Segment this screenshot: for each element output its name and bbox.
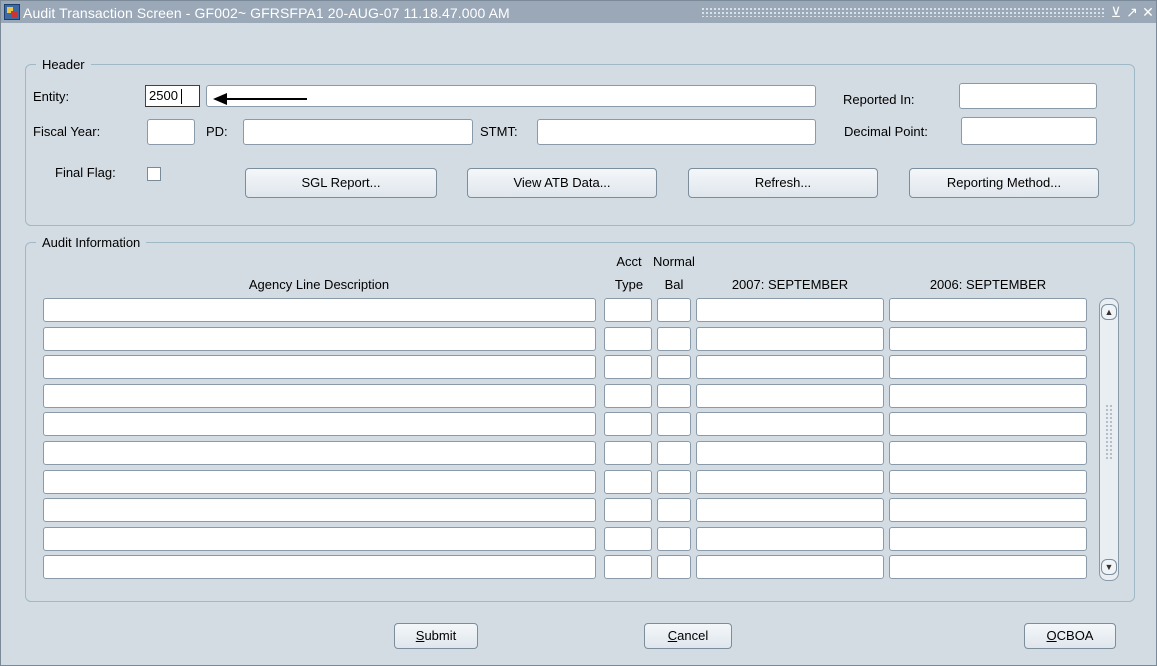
normal-bal-cell[interactable] [657, 441, 691, 465]
sept-2007-cell[interactable] [696, 441, 884, 465]
pd-field[interactable] [243, 119, 473, 145]
text-caret [181, 89, 182, 104]
annotation-arrow [213, 93, 307, 105]
sept-2007-cell[interactable] [696, 527, 884, 551]
normal-bal-cell[interactable] [657, 384, 691, 408]
stmt-field[interactable] [537, 119, 816, 145]
description-cell[interactable] [43, 555, 596, 579]
description-cell[interactable] [43, 498, 596, 522]
normal-bal-cell[interactable] [657, 355, 691, 379]
fiscal-year-field[interactable] [147, 119, 195, 145]
reporting-method-button[interactable]: Reporting Method... [909, 168, 1099, 198]
refresh-button[interactable]: Refresh... [688, 168, 878, 198]
description-cell[interactable] [43, 412, 596, 436]
stmt-label: STMT: [480, 124, 518, 139]
sept-2007-cell[interactable] [696, 412, 884, 436]
entity-label: Entity: [33, 89, 70, 104]
sept-2006-cell[interactable] [889, 527, 1087, 551]
acct-type-cell[interactable] [604, 355, 652, 379]
sept-2006-cell[interactable] [889, 441, 1087, 465]
description-cell[interactable] [43, 298, 596, 322]
sept-2006-cell[interactable] [889, 555, 1087, 579]
sept-2007-cell[interactable] [696, 498, 884, 522]
sgl-report-button[interactable]: SGL Report... [245, 168, 437, 198]
pd-label: PD: [206, 124, 228, 139]
close-icon[interactable]: ✕ [1140, 3, 1156, 21]
fiscal-year-label: Fiscal Year: [33, 124, 101, 139]
column-header-bal: Bal [664, 277, 684, 292]
entity-field[interactable]: 2500 [145, 85, 200, 107]
sept-2007-cell[interactable] [696, 555, 884, 579]
sept-2007-cell[interactable] [696, 384, 884, 408]
submit-button[interactable]: Submit [394, 623, 478, 649]
normal-bal-cell[interactable] [657, 527, 691, 551]
decimal-point-field[interactable] [961, 117, 1097, 145]
description-cell[interactable] [43, 527, 596, 551]
app-window: Audit Transaction Screen - GF002~ GFRSFP… [0, 0, 1157, 666]
acct-type-cell[interactable] [604, 298, 652, 322]
normal-bal-cell[interactable] [657, 327, 691, 351]
view-atb-data-button[interactable]: View ATB Data... [467, 168, 657, 198]
final-flag-checkbox[interactable] [147, 167, 161, 181]
acct-type-cell[interactable] [604, 327, 652, 351]
scroll-up-icon[interactable]: ▲ [1101, 304, 1117, 320]
normal-bal-cell[interactable] [657, 470, 691, 494]
scrollbar-grip [1105, 404, 1113, 459]
reported-in-field[interactable] [959, 83, 1097, 109]
ocboa-label: OCBOA [1046, 628, 1094, 643]
acct-type-cell[interactable] [604, 441, 652, 465]
minimize-icon[interactable]: ⊻ [1108, 3, 1124, 21]
acct-type-cell[interactable] [604, 384, 652, 408]
sept-2006-cell[interactable] [889, 298, 1087, 322]
app-icon [4, 4, 20, 20]
sept-2007-cell[interactable] [696, 298, 884, 322]
description-cell[interactable] [43, 441, 596, 465]
header-legend: Header [36, 57, 91, 72]
window-title: Audit Transaction Screen - GF002~ GFRSFP… [23, 5, 510, 21]
reported-in-label: Reported In: [843, 92, 915, 107]
column-header-normal: Normal [653, 254, 695, 269]
column-header-description: Agency Line Description [248, 277, 390, 292]
description-cell[interactable] [43, 355, 596, 379]
acct-type-cell[interactable] [604, 498, 652, 522]
maximize-icon[interactable]: ↗ [1124, 3, 1140, 21]
title-bar[interactable]: Audit Transaction Screen - GF002~ GFRSFP… [1, 1, 1156, 23]
sept-2006-cell[interactable] [889, 384, 1087, 408]
column-header-2007-september: 2007: SEPTEMBER [731, 277, 849, 292]
acct-type-cell[interactable] [604, 527, 652, 551]
acct-type-cell[interactable] [604, 555, 652, 579]
sept-2006-cell[interactable] [889, 412, 1087, 436]
audit-information-legend: Audit Information [36, 235, 147, 250]
sept-2006-cell[interactable] [889, 470, 1087, 494]
submit-label: Submit [415, 628, 457, 643]
normal-bal-cell[interactable] [657, 412, 691, 436]
ocboa-button[interactable]: OCBOA [1024, 623, 1116, 649]
sept-2007-cell[interactable] [696, 327, 884, 351]
column-header-2006-september: 2006: SEPTEMBER [929, 277, 1047, 292]
acct-type-cell[interactable] [604, 470, 652, 494]
normal-bal-cell[interactable] [657, 555, 691, 579]
normal-bal-cell[interactable] [657, 298, 691, 322]
sept-2006-cell[interactable] [889, 327, 1087, 351]
scroll-down-icon[interactable]: ▼ [1101, 559, 1117, 575]
sept-2007-cell[interactable] [696, 355, 884, 379]
sept-2006-cell[interactable] [889, 355, 1087, 379]
sept-2006-cell[interactable] [889, 498, 1087, 522]
description-cell[interactable] [43, 470, 596, 494]
cancel-button[interactable]: Cancel [644, 623, 732, 649]
cancel-label: Cancel [667, 628, 709, 643]
sept-2007-cell[interactable] [696, 470, 884, 494]
description-cell[interactable] [43, 384, 596, 408]
description-cell[interactable] [43, 327, 596, 351]
final-flag-label: Final Flag: [55, 165, 116, 180]
normal-bal-cell[interactable] [657, 498, 691, 522]
acct-type-cell[interactable] [604, 412, 652, 436]
decimal-point-label: Decimal Point: [844, 124, 928, 139]
column-header-type: Type [614, 277, 644, 292]
title-bar-grip [701, 7, 1106, 17]
vertical-scrollbar[interactable]: ▲ ▼ [1099, 298, 1119, 581]
entity-value: 2500 [149, 88, 178, 103]
